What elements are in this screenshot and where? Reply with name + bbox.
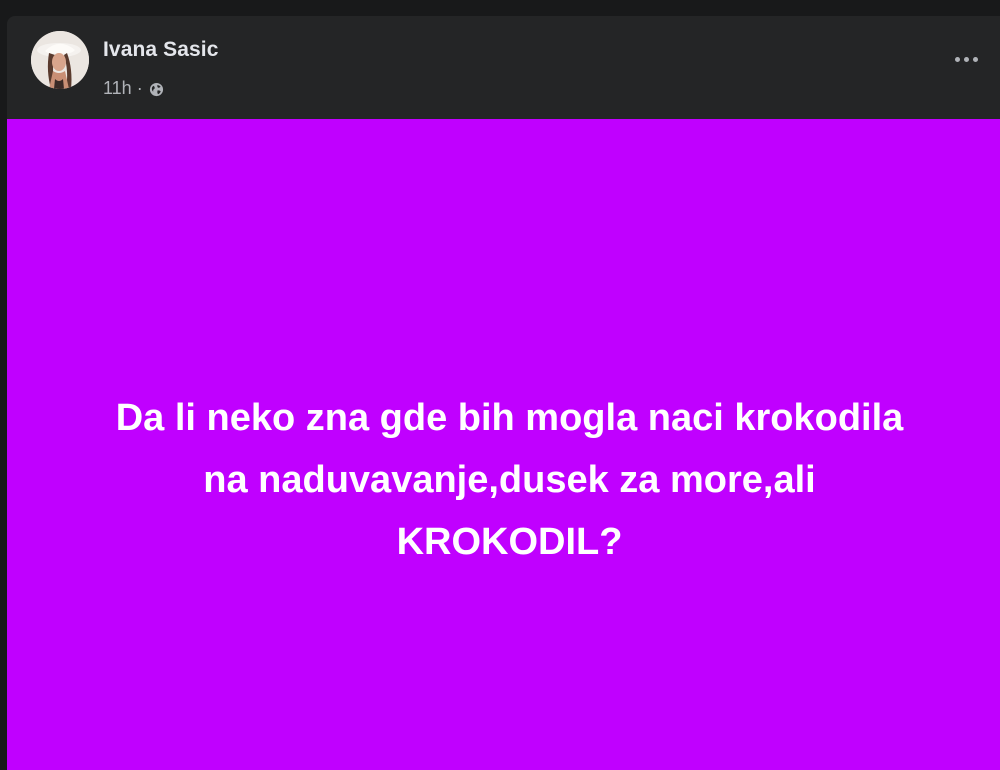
post-background: Da li neko zna gde bih mogla naci krokod…	[7, 119, 1000, 770]
post-text-line: Da li neko zna gde bih mogla naci krokod…	[115, 397, 904, 439]
post-text-line: KROKODIL?	[396, 521, 623, 563]
more-dots-icon	[954, 56, 960, 62]
post-timestamp[interactable]: 11h	[103, 78, 132, 99]
author-name[interactable]: Ivana Sasic	[103, 38, 219, 62]
meta-separator: ·	[136, 78, 143, 98]
avatar-image	[31, 31, 89, 89]
globe-icon[interactable]	[149, 81, 164, 97]
facebook-post: Ivana Sasic 11h · Da li neko zna gde bih…	[7, 16, 1000, 770]
post-meta: 11h ·	[103, 78, 164, 99]
post-header: Ivana Sasic 11h ·	[7, 16, 1000, 119]
post-text-line: na naduvavanje,dusek za more,ali	[203, 459, 816, 501]
post-text: Da li neko zna gde bih mogla naci krokod…	[27, 387, 992, 573]
more-options-button[interactable]	[946, 47, 986, 71]
avatar[interactable]	[31, 31, 89, 89]
